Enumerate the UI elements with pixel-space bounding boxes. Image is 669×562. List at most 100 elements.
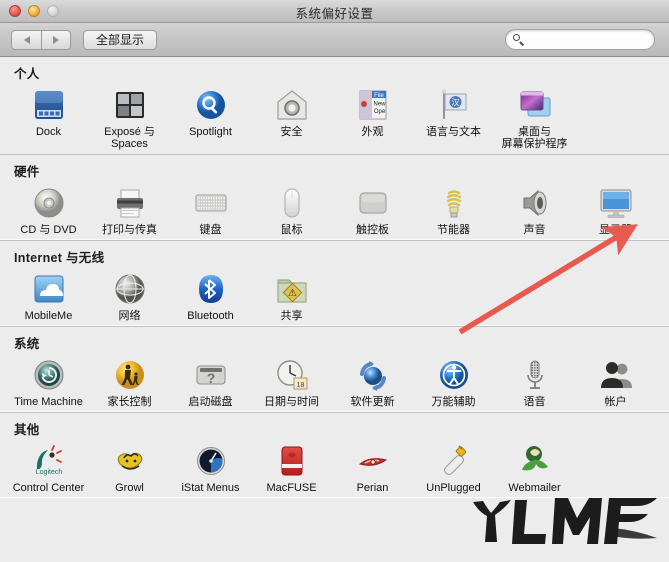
parental-controls-icon bbox=[115, 361, 144, 389]
macfuse-disk-icon bbox=[273, 442, 311, 480]
pref-pane-label-line1: Dock bbox=[35, 126, 62, 138]
date-time-clock-icon: 18 bbox=[273, 356, 311, 394]
forward-button[interactable] bbox=[41, 29, 71, 50]
pref-pane-network-globe[interactable]: 网络 bbox=[89, 268, 170, 322]
keyboard-icon bbox=[195, 194, 226, 212]
pref-pane-label-line1: iStat Menus bbox=[181, 482, 240, 494]
back-button[interactable] bbox=[11, 29, 41, 50]
network-globe-icon bbox=[115, 274, 144, 304]
pref-pane-sharing-folder[interactable]: ⚠ 共享 bbox=[251, 268, 332, 322]
search-field[interactable] bbox=[505, 29, 655, 50]
pref-pane-istat-menus-gauge[interactable]: iStat Menus bbox=[170, 440, 251, 494]
pref-pane-logitech-control-center[interactable]: Logitech Control Center bbox=[8, 440, 89, 494]
pref-pane-software-update[interactable]: 软件更新 bbox=[332, 354, 413, 408]
pref-pane-label-line1: 声音 bbox=[523, 224, 546, 236]
pref-pane-label: Control Center bbox=[13, 482, 85, 494]
pref-pane-label-line1: 启动磁盘 bbox=[188, 396, 233, 408]
pref-pane-label: MobileMe bbox=[25, 310, 73, 322]
pref-pane-label-line1: 网络 bbox=[118, 310, 141, 322]
pref-pane-webmailer[interactable]: Webmailer bbox=[494, 440, 575, 494]
pref-pane-label: 启动磁盘 bbox=[189, 396, 233, 408]
pref-pane-label: Webmailer bbox=[508, 482, 560, 494]
pref-pane-label-line1: 外观 bbox=[361, 126, 384, 138]
pref-pane-sound-speaker[interactable]: 声音 bbox=[494, 182, 575, 236]
pref-pane-label-line1: 帐户 bbox=[604, 396, 627, 408]
pref-pane-label: Time Machine bbox=[14, 396, 83, 408]
pref-pane-spotlight[interactable]: Spotlight bbox=[170, 84, 251, 150]
pref-pane-cd-dvd[interactable]: CD 与 DVD bbox=[8, 182, 89, 236]
show-all-button[interactable]: 全部显示 bbox=[83, 29, 158, 50]
pref-pane-label: iStat Menus bbox=[181, 482, 239, 494]
section-2: 硬件 CD 与 DVD 打印与传真 键盘 鼠标 触控板 节能器 声音 显示器 bbox=[0, 154, 669, 240]
pref-pane-security-house[interactable]: 安全 bbox=[251, 84, 332, 150]
pref-pane-label-line1: Webmailer bbox=[508, 482, 561, 494]
pref-pane-time-machine[interactable]: Time Machine bbox=[8, 354, 89, 408]
pref-pane-desktop-screensaver[interactable]: 桌面与 屏幕保护程序 bbox=[494, 84, 575, 150]
sharing-folder-icon: ⚠ bbox=[277, 279, 306, 303]
spotlight-icon bbox=[192, 86, 230, 124]
pref-pane-mobileme-cloud[interactable]: MobileMe bbox=[8, 268, 89, 322]
pref-pane-print-fax[interactable]: 打印与传真 bbox=[89, 182, 170, 236]
pref-pane-growl[interactable]: Growl bbox=[89, 440, 170, 494]
svg-text:⚠: ⚠ bbox=[288, 288, 297, 299]
pref-pane-bluetooth[interactable]: Bluetooth bbox=[170, 268, 251, 322]
preference-grid: Dock Exposé 与 Spaces Spotlight 安全 File New Ope 外… bbox=[0, 84, 669, 154]
svg-text:New: New bbox=[373, 102, 386, 108]
pref-pane-energy-saver-bulb[interactable]: 节能器 bbox=[413, 182, 494, 236]
pref-pane-date-time-clock[interactable]: 18 日期与时间 bbox=[251, 354, 332, 408]
pref-pane-label-line1: 安全 bbox=[280, 126, 303, 138]
section-title: 硬件 bbox=[14, 165, 40, 179]
pref-pane-label: 触控板 bbox=[356, 224, 389, 236]
toolbar: 全部显示 bbox=[0, 23, 669, 57]
pref-pane-startup-disk[interactable]: ? 启动磁盘 bbox=[170, 354, 251, 408]
pref-pane-mouse[interactable]: 鼠标 bbox=[251, 182, 332, 236]
pref-pane-parental-controls[interactable]: 家长控制 bbox=[89, 354, 170, 408]
pref-pane-universal-access[interactable]: 万能辅助 bbox=[413, 354, 494, 408]
bluetooth-icon bbox=[198, 275, 223, 303]
pref-pane-trackpad[interactable]: 触控板 bbox=[332, 182, 413, 236]
network-globe-icon bbox=[111, 270, 149, 308]
startup-disk-icon: ? bbox=[196, 365, 225, 386]
pref-pane-label: 安全 bbox=[281, 126, 303, 138]
pref-pane-label: Dock bbox=[36, 126, 61, 138]
pref-pane-appearance[interactable]: File New Ope 外观 bbox=[332, 84, 413, 150]
logitech-control-center-icon: Logitech bbox=[35, 445, 62, 476]
pref-pane-dock[interactable]: Dock bbox=[8, 84, 89, 150]
pref-pane-speech-microphone[interactable]: 语音 bbox=[494, 354, 575, 408]
mobileme-cloud-icon bbox=[30, 270, 68, 308]
pref-pane-macfuse-disk[interactable]: MacFUSE bbox=[251, 440, 332, 494]
pref-pane-label: 鼠标 bbox=[281, 224, 303, 236]
pref-pane-label: 显示器 bbox=[599, 224, 632, 236]
pref-pane-accounts-people[interactable]: 帐户 bbox=[575, 354, 656, 408]
pref-pane-label-line1: MacFUSE bbox=[266, 482, 317, 494]
pref-pane-label-line1: 键盘 bbox=[199, 224, 222, 236]
svg-text:File: File bbox=[374, 93, 384, 99]
growl-icon bbox=[111, 442, 149, 480]
expose-spaces-icon bbox=[111, 86, 149, 124]
pref-pane-label-line1: Perian bbox=[356, 482, 389, 494]
pref-pane-perian-knife[interactable]: Perian bbox=[332, 440, 413, 494]
pref-pane-keyboard[interactable]: 键盘 bbox=[170, 182, 251, 236]
parental-controls-icon bbox=[111, 356, 149, 394]
search-input[interactable] bbox=[528, 32, 650, 47]
pref-pane-label-line1: 软件更新 bbox=[350, 396, 395, 408]
pref-pane-label-line1: Control Center bbox=[12, 482, 85, 494]
pref-pane-label-line1: 万能辅助 bbox=[431, 396, 476, 408]
pref-pane-label: 家长控制 bbox=[108, 396, 152, 408]
pref-pane-label: Bluetooth bbox=[187, 310, 233, 322]
pref-pane-label: 帐户 bbox=[605, 396, 627, 408]
pref-pane-unplugged[interactable]: UnPlugged bbox=[413, 440, 494, 494]
title-bar: 系统偏好设置 bbox=[0, 0, 669, 23]
pref-pane-label-line1: CD 与 DVD bbox=[20, 224, 77, 236]
pref-pane-label: 键盘 bbox=[200, 224, 222, 236]
pref-pane-label: MacFUSE bbox=[266, 482, 316, 494]
sound-speaker-icon bbox=[523, 189, 546, 217]
pref-pane-label-line1: 桌面与 bbox=[518, 126, 551, 138]
pref-pane-language-text-flag[interactable]: 汉语言与文本 bbox=[413, 84, 494, 150]
pref-pane-label: 打印与传真 bbox=[102, 224, 157, 236]
pref-pane-expose-spaces[interactable]: Exposé 与 Spaces bbox=[89, 84, 170, 150]
pref-pane-displays-monitor[interactable]: 显示器 bbox=[575, 182, 656, 236]
logitech-control-center-icon: Logitech bbox=[30, 442, 68, 480]
dock-icon bbox=[30, 86, 68, 124]
search-icon bbox=[513, 34, 524, 46]
